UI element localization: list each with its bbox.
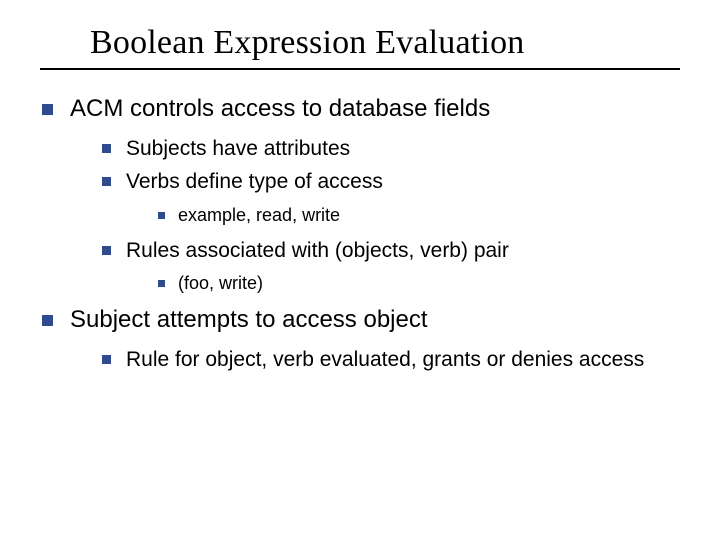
bullet-list-l3: example, read, write (126, 202, 680, 229)
bullet-text: Verbs define type of access (126, 170, 383, 193)
bullet-text: Rule for object, verb evaluated, grants … (126, 348, 644, 371)
list-item: ACM controls access to database fields S… (40, 92, 680, 297)
bullet-text: Rules associated with (objects, verb) pa… (126, 239, 509, 262)
list-item: Rules associated with (objects, verb) pa… (100, 235, 680, 298)
bullet-list-l2: Subjects have attributes Verbs define ty… (70, 133, 680, 298)
list-item: (foo, write) (156, 270, 680, 297)
bullet-list-l2: Rule for object, verb evaluated, grants … (70, 344, 680, 376)
bullet-text: ACM controls access to database fields (70, 95, 490, 122)
bullet-text: Subjects have attributes (126, 137, 350, 160)
bullet-text: example, read, write (178, 205, 340, 225)
bullet-list-l3: (foo, write) (126, 270, 680, 297)
bullet-text: Subject attempts to access object (70, 306, 428, 333)
list-item: example, read, write (156, 202, 680, 229)
bullet-text: (foo, write) (178, 273, 263, 293)
slide-title: Boolean Expression Evaluation (90, 24, 680, 62)
slide: Boolean Expression Evaluation ACM contro… (0, 0, 720, 540)
list-item: Rule for object, verb evaluated, grants … (100, 344, 680, 376)
list-item: Subjects have attributes (100, 133, 680, 165)
list-item: Subject attempts to access object Rule f… (40, 303, 680, 375)
list-item: Verbs define type of access example, rea… (100, 166, 680, 229)
title-divider (40, 68, 680, 70)
bullet-list-l1: ACM controls access to database fields S… (40, 92, 680, 376)
